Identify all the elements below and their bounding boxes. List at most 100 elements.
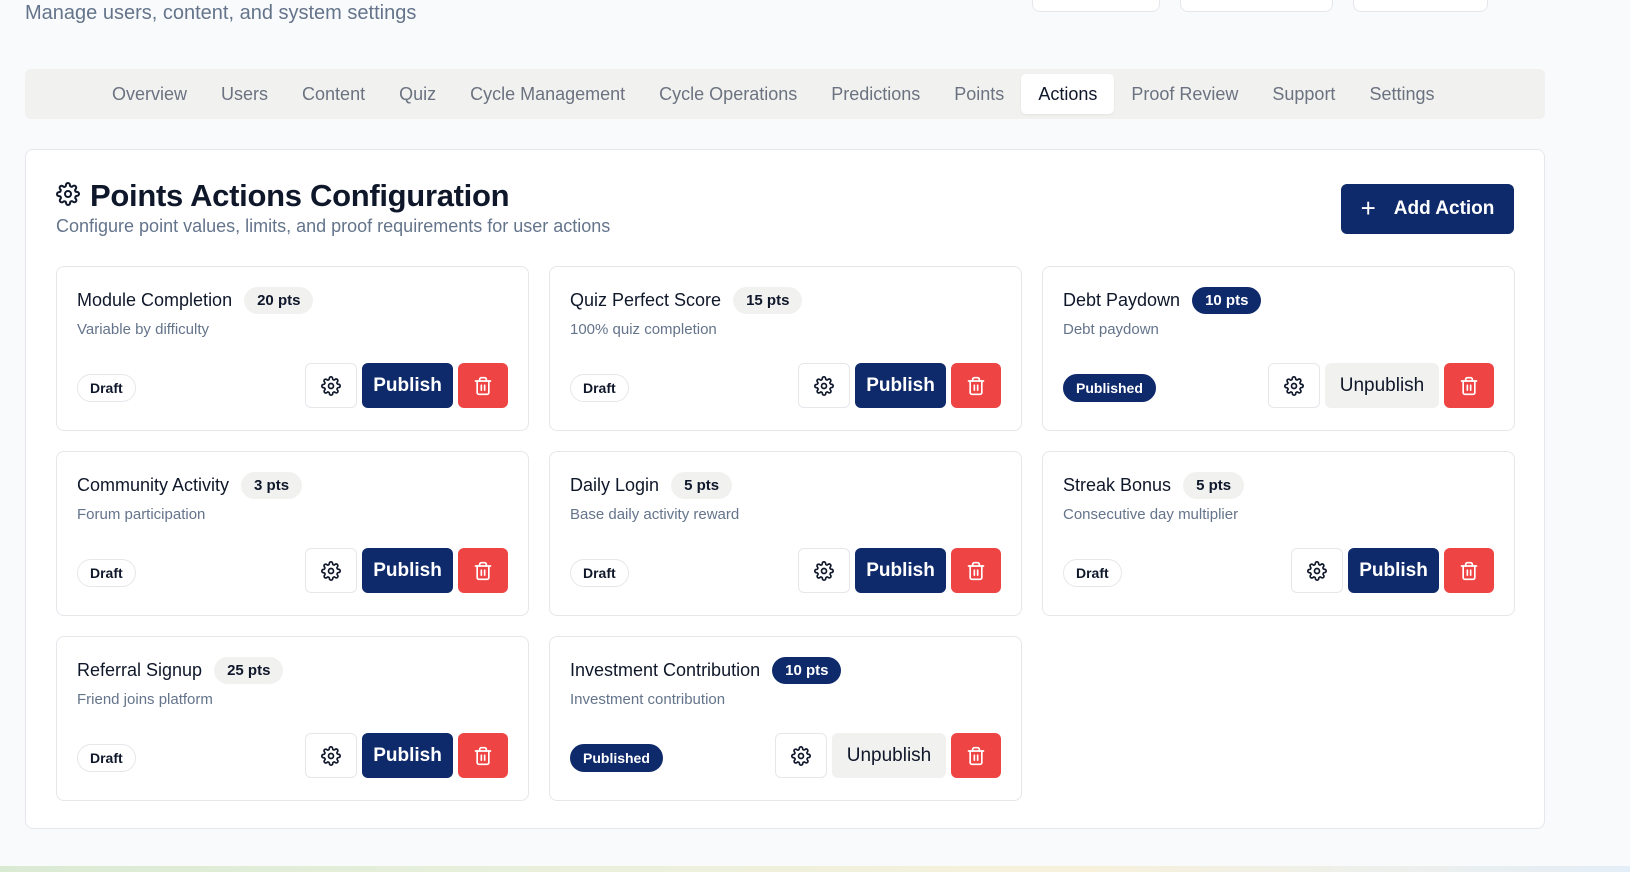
delete-button[interactable] (951, 733, 1001, 778)
card-actions: Publish (798, 363, 1001, 408)
points-badge: 10 pts (772, 657, 842, 684)
action-card: Referral Signup 25 pts Friend joins platfo… (56, 636, 529, 801)
status-badge: Draft (1063, 559, 1122, 587)
card-header: Investment Contribution 10 pts (570, 657, 842, 684)
action-description: Consecutive day multiplier (1063, 506, 1239, 523)
publish-button[interactable]: Publish (362, 363, 453, 408)
settings-button[interactable] (1268, 363, 1320, 408)
action-description: Investment contribution (570, 691, 726, 708)
action-name: Community Activity (77, 475, 230, 495)
publish-button[interactable]: Publish (362, 548, 453, 593)
header-button-2[interactable] (1180, 0, 1333, 12)
settings-button[interactable] (1291, 548, 1343, 593)
delete-button[interactable] (951, 363, 1001, 408)
action-name: Daily Login (570, 475, 660, 495)
points-badge: 15 pts (733, 287, 803, 314)
tab-content[interactable]: Content (285, 74, 382, 114)
trash-icon (473, 376, 493, 396)
tab-predictions[interactable]: Predictions (814, 74, 937, 114)
action-name: Referral Signup (77, 660, 203, 680)
trash-icon (966, 561, 986, 581)
tab-proof-review[interactable]: Proof Review (1114, 74, 1255, 114)
add-action-button[interactable]: + Add Action (1341, 184, 1514, 234)
card-header: Debt Paydown 10 pts (1063, 287, 1262, 314)
trash-icon (473, 561, 493, 581)
card-header: Daily Login 5 pts (570, 472, 733, 499)
panel-title: Points Actions Configuration (56, 178, 610, 214)
tab-support[interactable]: Support (1255, 74, 1352, 114)
publish-button[interactable]: Publish (362, 733, 453, 778)
gear-icon (814, 560, 834, 581)
tab-cycle-management[interactable]: Cycle Management (453, 74, 642, 114)
panel-description: Configure point values, limits, and proo… (56, 216, 611, 236)
settings-button[interactable] (305, 363, 357, 408)
card-actions: Publish (305, 733, 508, 778)
card-actions: Publish (1291, 548, 1494, 593)
points-badge: 20 pts (244, 287, 314, 314)
action-description: Base daily activity reward (570, 506, 740, 523)
panel-header: Points Actions Configuration Configure p… (56, 178, 610, 237)
status-badge: Published (570, 744, 663, 772)
card-actions: Unpublish (775, 733, 1001, 778)
header-button-1[interactable] (1032, 0, 1160, 12)
unpublish-button[interactable]: Unpublish (1325, 363, 1439, 408)
delete-button[interactable] (1444, 363, 1494, 408)
panel-title-text: Points Actions Configuration (90, 178, 510, 213)
action-description: Debt paydown (1063, 321, 1159, 338)
settings-button[interactable] (798, 548, 850, 593)
page-subtitle: Manage users, content, and system settin… (25, 2, 417, 24)
action-card: Investment Contribution 10 pts Investment … (549, 636, 1022, 801)
publish-button[interactable]: Publish (1348, 548, 1439, 593)
trash-icon (966, 376, 986, 396)
settings-button[interactable] (775, 733, 827, 778)
delete-button[interactable] (458, 363, 508, 408)
action-card-grid: Module Completion 20 pts Variable by diffi… (56, 266, 1515, 801)
points-badge: 3 pts (241, 472, 303, 499)
delete-button[interactable] (951, 548, 1001, 593)
publish-button[interactable]: Publish (855, 363, 946, 408)
card-actions: Unpublish (1268, 363, 1494, 408)
action-description: Friend joins platform (77, 691, 213, 708)
header-button-3[interactable] (1353, 0, 1488, 12)
card-header: Module Completion 20 pts (77, 287, 314, 314)
gear-icon (321, 375, 341, 396)
trash-icon (1459, 376, 1479, 396)
gear-icon (791, 745, 811, 766)
action-card: Community Activity 3 pts Forum participati… (56, 451, 529, 616)
settings-button[interactable] (305, 548, 357, 593)
tab-users[interactable]: Users (204, 74, 285, 114)
gear-icon (1284, 375, 1304, 396)
action-name: Quiz Perfect Score (570, 290, 722, 310)
tab-quiz[interactable]: Quiz (382, 74, 453, 114)
card-header: Streak Bonus 5 pts (1063, 472, 1245, 499)
status-badge: Draft (570, 559, 629, 587)
plus-icon: + (1360, 193, 1376, 223)
bottom-strip (0, 866, 1630, 872)
status-badge: Published (1063, 374, 1156, 402)
card-actions: Publish (305, 548, 508, 593)
tab-cycle-operations[interactable]: Cycle Operations (642, 74, 814, 114)
delete-button[interactable] (458, 548, 508, 593)
delete-button[interactable] (458, 733, 508, 778)
publish-button[interactable]: Publish (855, 548, 946, 593)
delete-button[interactable] (1444, 548, 1494, 593)
action-card: Streak Bonus 5 pts Consecutive day multipl… (1042, 451, 1515, 616)
card-header: Community Activity 3 pts (77, 472, 303, 499)
unpublish-button[interactable]: Unpublish (832, 733, 946, 778)
tab-settings[interactable]: Settings (1352, 74, 1451, 114)
tab-points[interactable]: Points (937, 74, 1021, 114)
tab-actions[interactable]: Actions (1021, 74, 1115, 114)
settings-button[interactable] (305, 733, 357, 778)
settings-button[interactable] (798, 363, 850, 408)
card-header: Referral Signup 25 pts (77, 657, 284, 684)
points-badge: 10 pts (1192, 287, 1262, 314)
gear-icon (1307, 560, 1327, 581)
action-name: Module Completion (77, 290, 233, 310)
tab-overview[interactable]: Overview (95, 74, 204, 114)
trash-icon (1459, 561, 1479, 581)
action-description: 100% quiz completion (570, 321, 717, 338)
action-name: Investment Contribution (570, 660, 761, 680)
action-card: Debt Paydown 10 pts Debt paydown Published U… (1042, 266, 1515, 431)
action-description: Variable by difficulty (77, 321, 210, 338)
card-header: Quiz Perfect Score 15 pts (570, 287, 803, 314)
